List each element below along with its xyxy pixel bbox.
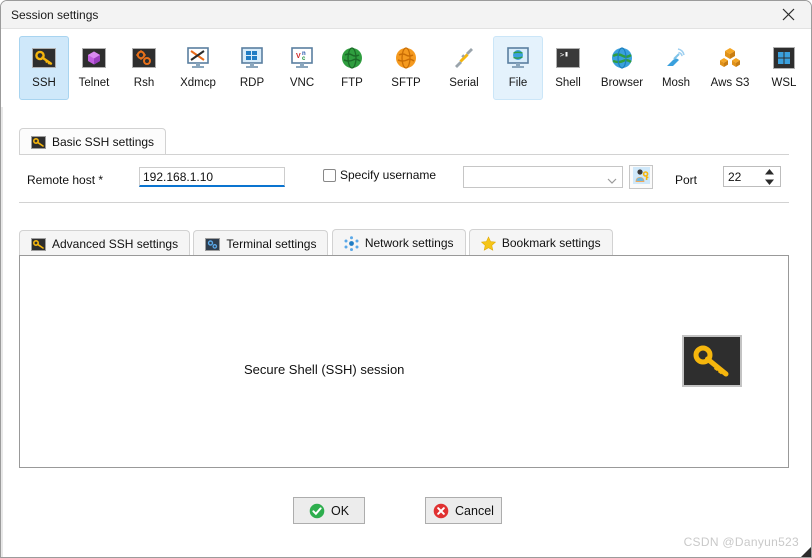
sftp-globe-orange-icon — [392, 44, 420, 72]
basic-panel-bottom-divider — [19, 202, 789, 203]
shell-prompt-icon: > — [554, 44, 582, 72]
ssh-key-icon — [30, 44, 58, 72]
session-type-label: SSH — [32, 77, 56, 89]
session-type-rsh[interactable]: Rsh — [119, 36, 169, 100]
username-combobox[interactable] — [463, 166, 623, 188]
vnc-monitor-icon: V n c — [288, 44, 316, 72]
browser-globe-icon — [608, 44, 636, 72]
basic-settings-tabstrip: Basic SSH settings — [19, 128, 167, 155]
mosh-satellite-icon — [662, 44, 690, 72]
tab-terminal-settings[interactable]: Terminal settings — [193, 230, 329, 257]
session-type-label: Browser — [600, 77, 644, 89]
session-settings-dialog: Session settings SSH Telnet Rsh Xdmcp RD… — [0, 0, 812, 558]
session-type-browser[interactable]: Browser — [593, 36, 651, 100]
specify-username-checkbox[interactable] — [323, 168, 336, 182]
ok-button-label: OK — [330, 503, 350, 518]
session-description-text: Secure Shell (SSH) session — [244, 362, 405, 377]
terminal-gear-icon — [205, 237, 221, 251]
session-type-label: SFTP — [391, 77, 421, 89]
session-type-toolbar: SSH Telnet Rsh Xdmcp RDP V n c VNC FTP S… — [1, 29, 811, 107]
port-value: 22 — [728, 170, 742, 184]
session-type-mosh[interactable]: Mosh — [651, 36, 701, 100]
tab-network-settings[interactable]: Network settings — [331, 229, 466, 256]
ok-button[interactable]: OK — [293, 497, 365, 524]
svg-text:>: > — [560, 51, 564, 59]
x-circle-red-icon — [433, 503, 449, 519]
port-label: Port — [675, 173, 698, 187]
tab-advanced-ssh-settings[interactable]: Advanced SSH settings — [19, 230, 191, 257]
tab-label: Advanced SSH settings — [52, 237, 179, 251]
cancel-button-label: Cancel — [455, 503, 494, 518]
session-type-xdmcp[interactable]: Xdmcp — [169, 36, 227, 100]
session-type-label: FTP — [341, 77, 363, 89]
session-type-label: Mosh — [661, 77, 691, 89]
window-title: Session settings — [11, 8, 99, 22]
session-type-telnet[interactable]: Telnet — [69, 36, 119, 100]
session-type-label: WSL — [771, 77, 797, 89]
tab-label: Network settings — [364, 236, 454, 250]
chevron-down-icon — [607, 174, 617, 188]
window-corner-artifact — [801, 547, 811, 557]
session-description-panel: Secure Shell (SSH) session — [19, 255, 789, 468]
port-spinner[interactable]: 22 — [723, 166, 781, 187]
session-type-vnc[interactable]: V n c VNC — [277, 36, 327, 100]
basic-ssh-settings-panel: Remote host * Specify username — [19, 155, 789, 203]
window-left-edge — [1, 29, 3, 557]
session-type-label: File — [508, 77, 528, 89]
close-window-button[interactable] — [766, 1, 811, 28]
watermark-text: CSDN @Danyun523 — [683, 535, 799, 549]
aws-s3-cubes-icon — [716, 44, 744, 72]
session-type-label: Serial — [449, 77, 479, 89]
svg-text:V: V — [296, 53, 301, 60]
session-type-file[interactable]: File — [493, 36, 543, 100]
close-icon — [782, 8, 795, 21]
tab-bookmark-settings[interactable]: Bookmark settings — [468, 229, 613, 256]
session-type-wsl[interactable]: WSL — [759, 36, 809, 100]
remote-host-label: Remote host * — [27, 173, 104, 187]
cancel-button[interactable]: Cancel — [425, 497, 502, 524]
check-circle-green-icon — [309, 503, 325, 519]
session-type-sftp[interactable]: SFTP — [377, 36, 435, 100]
session-type-aws-s3[interactable]: Aws S3 — [701, 36, 759, 100]
ssh-key-large-icon — [682, 335, 742, 387]
username-picker-button[interactable] — [629, 165, 653, 189]
session-type-label: RDP — [239, 77, 265, 89]
xdmcp-monitor-icon — [184, 44, 212, 72]
star-icon — [480, 235, 496, 251]
serial-plug-icon — [450, 44, 478, 72]
tab-label: Basic SSH settings — [52, 135, 155, 149]
settings-tabstrip: Advanced SSH settings Terminal settings — [19, 229, 613, 257]
session-type-label: VNC — [289, 77, 315, 89]
file-browser-icon — [504, 44, 532, 72]
session-type-serial[interactable]: Serial — [435, 36, 493, 100]
specify-username-group: Specify username — [323, 168, 436, 182]
specify-username-label: Specify username — [340, 168, 437, 182]
tab-label: Bookmark settings — [501, 236, 601, 250]
wsl-windows-icon — [770, 44, 798, 72]
session-type-ftp[interactable]: FTP — [327, 36, 377, 100]
session-type-label: Shell — [555, 77, 581, 89]
network-dots-icon — [344, 235, 359, 251]
session-type-label: Telnet — [78, 77, 110, 89]
rsh-gears-icon — [130, 44, 158, 72]
session-type-rdp[interactable]: RDP — [227, 36, 277, 100]
session-type-shell[interactable]: > Shell — [543, 36, 593, 100]
spinner-up-down-icon[interactable] — [764, 169, 776, 185]
rdp-windows-icon — [238, 44, 266, 72]
title-bar: Session settings — [1, 1, 811, 29]
ssh-key-icon — [31, 135, 46, 149]
session-type-label: Rsh — [133, 77, 155, 89]
session-type-label: Xdmcp — [180, 77, 216, 89]
tab-basic-ssh-settings[interactable]: Basic SSH settings — [19, 128, 167, 155]
ftp-globe-green-icon — [338, 44, 366, 72]
user-key-icon — [632, 167, 650, 187]
session-type-ssh[interactable]: SSH — [19, 36, 69, 100]
ssh-key-icon — [31, 237, 46, 251]
session-type-label: Aws S3 — [710, 77, 750, 89]
telnet-cube-icon — [80, 44, 108, 72]
tab-label: Terminal settings — [226, 237, 317, 251]
remote-host-input[interactable] — [139, 167, 285, 187]
